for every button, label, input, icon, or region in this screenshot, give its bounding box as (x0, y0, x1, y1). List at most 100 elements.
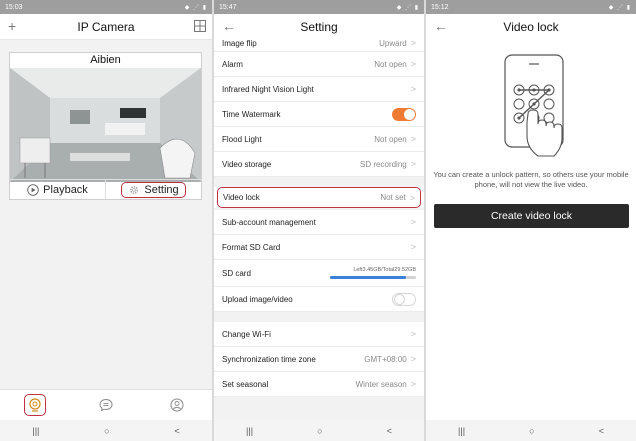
status-bar: 15:47 ◆ ⋰ ▮ (214, 0, 424, 14)
row-label: Change Wi-Fi (222, 329, 271, 339)
system-nav-bar: ||| ○ < (0, 420, 212, 441)
setting-row-upload[interactable]: Upload image/video (214, 287, 424, 312)
toggle-knob (394, 293, 405, 305)
setting-row-video-storage[interactable]: Video storage SD recording > (214, 152, 424, 177)
row-label: Flood Light (222, 134, 262, 144)
video-lock-description: You can create a unlock pattern, so othe… (433, 170, 629, 189)
chevron-right-icon: > (410, 38, 416, 48)
row-label: Alarm (222, 59, 243, 69)
sd-usage-fill (330, 276, 406, 279)
sd-usage-bar (330, 276, 416, 279)
row-label: Sub-account management (222, 217, 316, 227)
phone-pattern-illustration (504, 54, 564, 157)
grid-view-icon[interactable] (194, 20, 206, 32)
status-icons: ◆ ⋰ ▮ (184, 4, 207, 11)
chevron-right-icon: > (410, 329, 416, 339)
sd-capacity-text: Left3.45GB/Total29.52GB (353, 267, 416, 273)
setting-screen: 15:47 ◆ ⋰ ▮ ← Setting Image flip Upward >… (214, 0, 424, 441)
tab-messages[interactable] (95, 394, 117, 416)
tab-profile[interactable] (166, 394, 188, 416)
upload-toggle[interactable] (392, 292, 416, 306)
video-lock-wrap: Video lock Not set > (214, 187, 424, 208)
setting-row-seasonal[interactable]: Set seasonal Winter season > (214, 372, 424, 397)
back-button[interactable]: < (387, 426, 392, 436)
row-value: SD recording (360, 159, 407, 169)
setting-row-sub-account[interactable]: Sub-account management > (214, 210, 424, 235)
camera-preview[interactable] (10, 68, 201, 182)
recents-button[interactable]: ||| (246, 426, 253, 436)
camera-card[interactable]: Aibien Playback Setting (9, 52, 202, 200)
sd-usage: Left3.45GB/Total29.52GB (330, 267, 416, 279)
setting-highlight[interactable]: Setting (121, 181, 186, 198)
back-arrow-icon[interactable]: ← (222, 19, 236, 33)
chevron-right-icon: > (410, 242, 416, 252)
row-label: Set seasonal (222, 379, 269, 389)
top-bar: ← Video lock (426, 14, 636, 40)
row-label: Infrared Night Vision Light (222, 84, 314, 94)
setting-row-image-flip[interactable]: Image flip Upward > (214, 36, 424, 52)
system-nav-bar: ||| ○ < (426, 420, 636, 441)
back-arrow-icon[interactable]: ← (434, 19, 448, 33)
back-button[interactable]: < (174, 426, 179, 436)
user-icon (170, 398, 184, 412)
chevron-right-icon: > (410, 217, 416, 227)
setting-button[interactable]: Setting (105, 180, 201, 199)
playback-label: Playback (43, 183, 88, 196)
row-label: Format SD Card (222, 242, 281, 252)
chevron-right-icon: > (410, 159, 416, 169)
setting-label: Setting (144, 183, 179, 196)
setting-row-video-lock[interactable]: Video lock Not set > (217, 187, 421, 208)
setting-row-sd-card: SD card Left3.45GB/Total29.52GB (214, 260, 424, 287)
toggle-knob (404, 108, 415, 120)
row-label: Image flip (222, 39, 257, 48)
home-button[interactable]: ○ (317, 426, 322, 436)
row-value: GMT+08:00 (364, 354, 407, 364)
row-value: Not set (380, 193, 406, 202)
setting-row-time-watermark[interactable]: Time Watermark (214, 102, 424, 127)
row-value: Not open (374, 59, 407, 69)
message-icon (99, 398, 113, 412)
recents-button[interactable]: ||| (32, 426, 39, 436)
gear-icon (130, 185, 139, 194)
camera-icon (29, 398, 41, 412)
chevron-right-icon: > (409, 192, 415, 203)
home-button[interactable]: ○ (529, 426, 534, 436)
row-label: Upload image/video (222, 294, 293, 304)
status-bar: 15:12 ◆ ⋰ ▮ (426, 0, 636, 14)
page-title: Video lock (503, 20, 559, 34)
settings-list: Image flip Upward > Alarm Not open > Infra… (214, 36, 424, 397)
chevron-right-icon: > (410, 59, 416, 69)
ip-camera-screen: 15:03 ◆ ⋰ ▮ + IP Camera Aibien Playback … (0, 0, 212, 441)
top-bar: + IP Camera (0, 14, 212, 40)
page-title: IP Camera (77, 19, 135, 34)
row-value: Winter season (355, 379, 407, 389)
status-time: 15:12 (431, 3, 449, 11)
create-video-lock-button[interactable]: Create video lock (434, 204, 629, 228)
back-button[interactable]: < (599, 426, 604, 436)
setting-row-flood-light[interactable]: Flood Light Not open > (214, 127, 424, 152)
recents-button[interactable]: ||| (458, 426, 465, 436)
video-lock-screen: 15:12 ◆ ⋰ ▮ ← Video lock You can create … (426, 0, 636, 441)
chevron-right-icon: > (410, 84, 416, 94)
setting-row-change-wifi[interactable]: Change Wi-Fi > (214, 322, 424, 347)
camera-name: Aibien (90, 54, 121, 66)
system-nav-bar: ||| ○ < (214, 420, 424, 441)
row-label: SD card (222, 268, 251, 278)
setting-row-infrared[interactable]: Infrared Night Vision Light > (214, 77, 424, 102)
status-bar: 15:03 ◆ ⋰ ▮ (0, 0, 212, 14)
tab-camera[interactable] (24, 394, 47, 416)
watermark-toggle[interactable] (392, 107, 416, 121)
status-time: 15:47 (219, 3, 237, 11)
setting-row-timezone[interactable]: Synchronization time zone GMT+08:00 > (214, 347, 424, 372)
add-icon[interactable]: + (8, 19, 22, 33)
chevron-right-icon: > (410, 354, 416, 364)
setting-row-alarm[interactable]: Alarm Not open > (214, 52, 424, 77)
home-button[interactable]: ○ (104, 426, 109, 436)
row-label: Video storage (222, 159, 272, 169)
row-value: Not open (374, 134, 407, 144)
page-title: Setting (300, 19, 338, 34)
playback-button[interactable]: Playback (10, 180, 105, 199)
setting-row-format-sd[interactable]: Format SD Card > (214, 235, 424, 260)
row-value: Upward (379, 38, 407, 48)
status-icons: ◆ ⋰ ▮ (608, 4, 631, 11)
